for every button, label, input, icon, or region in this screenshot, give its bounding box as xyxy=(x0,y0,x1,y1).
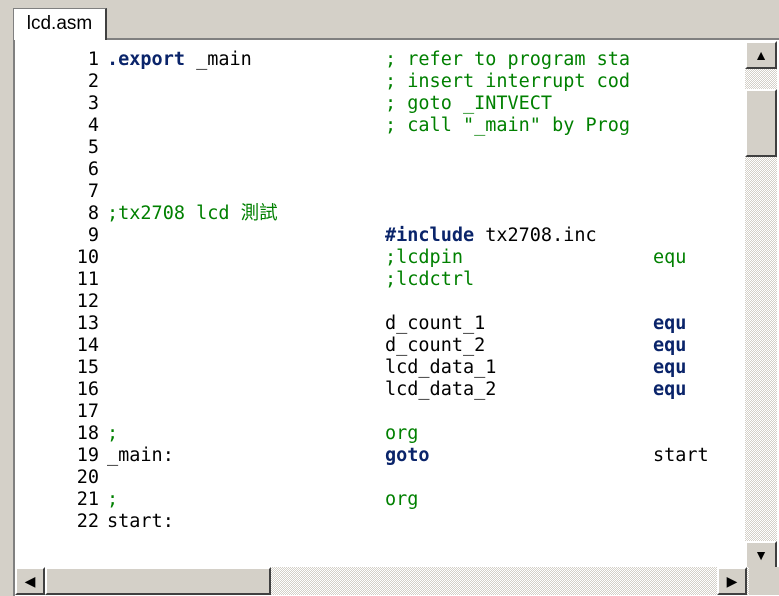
code-line[interactable]: 11 ;lcdctrl xyxy=(15,269,745,291)
comment-token: ; xyxy=(107,489,119,510)
line-number: 10 xyxy=(76,247,99,268)
comment-token: ; refer to program sta xyxy=(385,49,631,70)
code-line[interactable]: 8 ;tx2708 lcd 測試 xyxy=(15,203,745,225)
keyword-token: goto xyxy=(385,445,430,466)
code-line[interactable]: 16 lcd_data_2 equ xyxy=(15,379,745,401)
comment-token: equ xyxy=(653,247,687,268)
keyword-token: equ xyxy=(653,357,687,378)
tab-lcd-asm[interactable]: lcd.asm xyxy=(13,8,107,40)
comment-token: ;lcdpin xyxy=(385,247,463,268)
line-number: 16 xyxy=(76,379,99,400)
keyword-token: #include xyxy=(385,225,475,246)
line-number: 9 xyxy=(87,225,99,246)
code-line[interactable]: 9 #include tx2708.inc xyxy=(15,225,745,247)
line-number: 4 xyxy=(87,115,99,136)
line-number: 3 xyxy=(87,93,99,114)
line-number: 8 xyxy=(87,203,99,224)
code-line[interactable]: 22 start: xyxy=(15,511,745,533)
line-number: 13 xyxy=(76,313,99,334)
code-token: .export _main xyxy=(107,49,252,71)
keyword-token: equ xyxy=(653,335,687,356)
line-number: 19 xyxy=(76,445,99,466)
line-number: 14 xyxy=(76,335,99,356)
code-line[interactable]: 7 xyxy=(15,181,745,203)
line-number: 17 xyxy=(76,401,99,422)
code-line[interactable]: 6 xyxy=(15,159,745,181)
line-number: 12 xyxy=(76,291,99,312)
code-token: #include tx2708.inc xyxy=(385,225,597,247)
scroll-left-icon[interactable]: ◀ xyxy=(15,567,45,595)
horizontal-scrollbar[interactable]: ◀ ▶ xyxy=(15,567,749,595)
code-line[interactable]: 3 ; goto _INTVECT xyxy=(15,93,745,115)
line-number: 6 xyxy=(87,159,99,180)
scroll-right-icon[interactable]: ▶ xyxy=(717,567,747,595)
line-number: 11 xyxy=(76,269,99,290)
comment-token: ; insert interrupt cod xyxy=(385,71,631,92)
code-editor[interactable]: 1 .export _main ; refer to program sta 2 ; i… xyxy=(13,40,779,596)
code-line[interactable]: 21; org xyxy=(15,489,745,511)
identifier-token: tx2708.inc xyxy=(474,225,597,246)
line-number: 7 xyxy=(87,181,99,202)
code-line[interactable]: 14 d_count_2 equ xyxy=(15,335,745,357)
code-line[interactable]: 1 .export _main ; refer to program sta xyxy=(15,49,745,71)
keyword-token: equ xyxy=(653,313,687,334)
line-number: 15 xyxy=(76,357,99,378)
code-line[interactable]: 12 xyxy=(15,291,745,313)
code-line[interactable]: 18; org xyxy=(15,423,745,445)
code-token: d_count_2 xyxy=(385,335,486,356)
identifier-token: _main xyxy=(184,49,252,70)
code-line[interactable]: 13 d_count_1 equ xyxy=(15,313,745,335)
vertical-scrollbar[interactable]: ▲ ▼ xyxy=(745,41,777,569)
scroll-down-icon[interactable]: ▼ xyxy=(745,541,777,569)
vertical-scroll-thumb[interactable] xyxy=(745,89,777,157)
scrollbar-corner xyxy=(749,567,779,595)
keyword-token: .export xyxy=(107,49,185,70)
code-line[interactable]: 2 ; insert interrupt cod xyxy=(15,71,745,93)
code-line[interactable]: 4 ; call "_main" by Prog xyxy=(15,115,745,137)
code-text-area[interactable]: 1 .export _main ; refer to program sta 2 ; i… xyxy=(15,40,745,567)
tab-strip: lcd.asm xyxy=(0,0,779,40)
line-number: 1 xyxy=(87,49,99,70)
code-token: lcd_data_1 xyxy=(385,357,497,378)
comment-token: ; call "_main" by Prog xyxy=(385,115,631,136)
scroll-up-icon[interactable]: ▲ xyxy=(745,41,777,69)
code-token: _main: xyxy=(107,445,174,466)
code-line[interactable]: 17 xyxy=(15,401,745,423)
line-number: 21 xyxy=(76,489,99,510)
code-line[interactable]: 10 ;lcdpin equ xyxy=(15,247,745,269)
code-line[interactable]: 20 xyxy=(15,467,745,489)
comment-token: org xyxy=(385,423,419,444)
line-number: 5 xyxy=(87,137,99,158)
comment-token: ; goto _INTVECT xyxy=(385,93,553,114)
line-number: 22 xyxy=(76,511,99,532)
code-token: start xyxy=(653,445,709,466)
code-token: lcd_data_2 xyxy=(385,379,497,400)
line-number: 20 xyxy=(76,467,99,488)
line-number: 2 xyxy=(87,71,99,92)
code-token: d_count_1 xyxy=(385,313,486,334)
comment-token: ;tx2708 lcd 測試 xyxy=(107,203,278,224)
comment-token: ; xyxy=(107,423,119,444)
code-token: start: xyxy=(107,511,174,532)
line-number: 18 xyxy=(76,423,99,444)
comment-token: org xyxy=(385,489,419,510)
code-line[interactable]: 19 _main: goto start xyxy=(15,445,745,467)
code-line[interactable]: 15 lcd_data_1 equ xyxy=(15,357,745,379)
keyword-token: equ xyxy=(653,379,687,400)
comment-token: ;lcdctrl xyxy=(385,269,475,290)
code-line[interactable]: 5 xyxy=(15,137,745,159)
horizontal-scroll-thumb[interactable] xyxy=(45,567,271,595)
